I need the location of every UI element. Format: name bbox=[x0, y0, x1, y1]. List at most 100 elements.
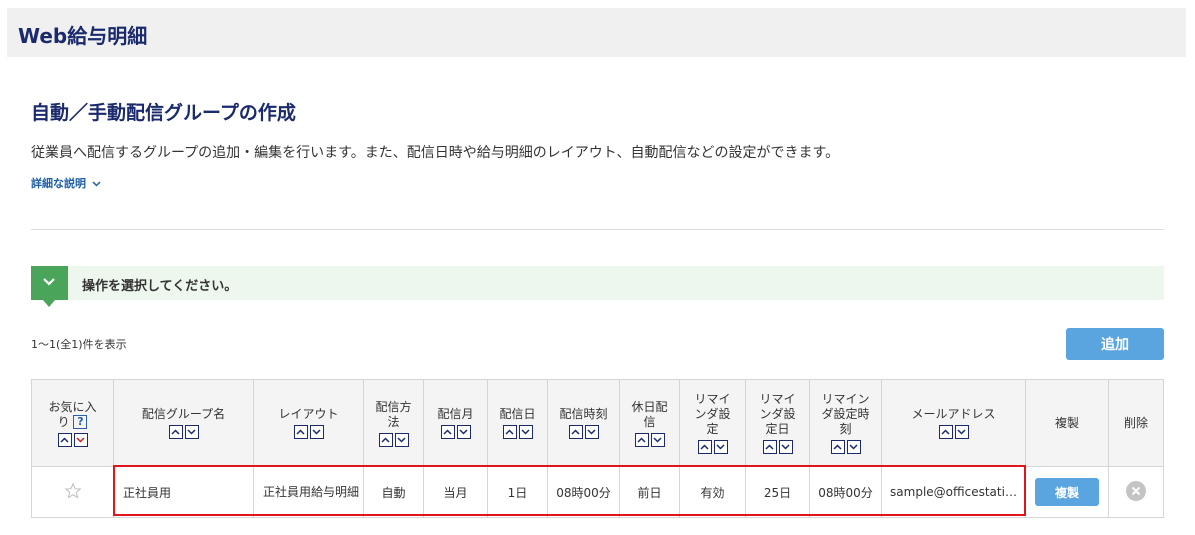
help-icon[interactable]: ? bbox=[73, 415, 88, 429]
operation-bar[interactable]: 操作を選択してください。 bbox=[31, 266, 1164, 307]
chevron-down-icon bbox=[187, 429, 196, 435]
sort-asc-button[interactable] bbox=[293, 425, 308, 439]
header-time: 配信時刻 bbox=[547, 379, 620, 467]
sort-desc-button[interactable] bbox=[954, 425, 969, 439]
header-method: 配信方法 bbox=[363, 379, 424, 467]
chevron-down-icon bbox=[781, 444, 790, 450]
chevron-down-icon bbox=[76, 436, 85, 443]
app-title: Web給与明細 bbox=[18, 24, 148, 48]
operation-prompt: 操作を選択してください。 bbox=[82, 279, 238, 294]
table-row: 正社員用 正社員用給与明細 自動 当月 1日 08時00分 前日 有効 25日 … bbox=[31, 466, 1164, 518]
email-value: sample@officestati… bbox=[890, 485, 1017, 499]
chevron-up-icon bbox=[60, 436, 69, 443]
header-holiday: 休日配信 bbox=[619, 379, 680, 467]
chevron-up-icon bbox=[571, 429, 580, 435]
delivery-group-table: お気に入り ? 配信グループ名 レイアウト 配信方法 配信月 配信日 配信時刻 … bbox=[31, 379, 1164, 518]
sort-controls bbox=[57, 432, 88, 447]
favorite-cell bbox=[31, 466, 114, 518]
chevron-up-icon bbox=[171, 429, 180, 435]
reminder-day-cell: 25日 bbox=[745, 466, 810, 518]
header-month: 配信月 bbox=[423, 379, 488, 467]
chevron-down-icon bbox=[397, 436, 406, 443]
sort-controls bbox=[568, 425, 599, 439]
page-description: 従業員へ配信するグループの追加・編集を行います。また、配信日時や給与明細のレイア… bbox=[31, 145, 840, 161]
chevron-down-icon bbox=[653, 436, 662, 443]
sort-controls bbox=[634, 432, 665, 447]
chevron-down-icon bbox=[312, 429, 321, 435]
chevron-up-icon bbox=[833, 444, 842, 450]
detail-link-label: 詳細な説明 bbox=[31, 177, 86, 190]
section-divider bbox=[31, 229, 1164, 230]
table-header-row: お気に入り ? 配信グループ名 レイアウト 配信方法 配信月 配信日 配信時刻 … bbox=[31, 379, 1164, 467]
reminder-time-cell: 08時00分 bbox=[809, 466, 882, 518]
sort-desc-button[interactable] bbox=[73, 432, 88, 447]
sort-asc-button[interactable] bbox=[830, 440, 845, 454]
chevron-up-icon bbox=[941, 429, 950, 435]
method-cell: 自動 bbox=[363, 466, 424, 518]
page-title: 自動／手動配信グループの作成 bbox=[31, 102, 296, 124]
sort-controls bbox=[168, 425, 199, 439]
layout-cell: 正社員用給与明細 bbox=[253, 466, 364, 518]
delete-icon[interactable] bbox=[1125, 480, 1147, 502]
add-button[interactable]: 追加 bbox=[1066, 328, 1164, 360]
chevron-down-icon bbox=[92, 181, 101, 187]
sort-asc-button[interactable] bbox=[568, 425, 583, 439]
sort-asc-button[interactable] bbox=[378, 432, 393, 447]
sort-desc-button[interactable] bbox=[584, 425, 599, 439]
header-layout: レイアウト bbox=[253, 379, 364, 467]
chevron-down-icon bbox=[849, 444, 858, 450]
sort-asc-button[interactable] bbox=[938, 425, 953, 439]
sort-controls bbox=[697, 440, 728, 454]
delete-cell bbox=[1108, 466, 1164, 518]
sort-asc-button[interactable] bbox=[57, 432, 72, 447]
sort-desc-button[interactable] bbox=[650, 432, 665, 447]
chevron-down-icon bbox=[43, 278, 55, 286]
sort-asc-button[interactable] bbox=[634, 432, 649, 447]
sort-desc-button[interactable] bbox=[713, 440, 728, 454]
sort-desc-button[interactable] bbox=[518, 425, 533, 439]
sort-controls bbox=[938, 425, 969, 439]
chevron-up-icon bbox=[443, 429, 452, 435]
time-cell: 08時00分 bbox=[547, 466, 620, 518]
sort-desc-button[interactable] bbox=[309, 425, 324, 439]
sort-asc-button[interactable] bbox=[762, 440, 777, 454]
header-reminder-time: リマインダ設定時刻 bbox=[809, 379, 882, 467]
star-icon[interactable] bbox=[64, 482, 82, 500]
copy-cell: 複製 bbox=[1025, 466, 1109, 518]
sort-controls bbox=[440, 425, 471, 439]
result-count: 1〜1(全1)件を表示 bbox=[31, 338, 127, 351]
operation-toggle[interactable] bbox=[31, 266, 68, 307]
sort-controls bbox=[762, 440, 793, 454]
header-reminder-setting: リマインダ設定 bbox=[679, 379, 746, 467]
sort-controls bbox=[830, 440, 861, 454]
header-reminder-day: リマインダ設定日 bbox=[745, 379, 810, 467]
reminder-setting-cell: 有効 bbox=[679, 466, 746, 518]
chevron-up-icon bbox=[637, 436, 646, 443]
chevron-up-icon bbox=[700, 444, 709, 450]
chevron-down-icon bbox=[587, 429, 596, 435]
sort-controls bbox=[502, 425, 533, 439]
sort-desc-button[interactable] bbox=[394, 432, 409, 447]
sort-desc-button[interactable] bbox=[778, 440, 793, 454]
sort-asc-button[interactable] bbox=[168, 425, 183, 439]
group-name-cell: 正社員用 bbox=[113, 466, 254, 518]
sort-asc-button[interactable] bbox=[697, 440, 712, 454]
chevron-down-icon bbox=[716, 444, 725, 450]
chevron-up-icon bbox=[381, 436, 390, 443]
sort-desc-button[interactable] bbox=[456, 425, 471, 439]
copy-button[interactable]: 複製 bbox=[1035, 478, 1099, 506]
detail-link[interactable]: 詳細な説明 bbox=[31, 175, 101, 191]
email-cell: sample@officestati… bbox=[881, 466, 1026, 518]
sort-desc-button[interactable] bbox=[846, 440, 861, 454]
sort-asc-button[interactable] bbox=[440, 425, 455, 439]
chevron-down-icon bbox=[521, 429, 530, 435]
header-group-name: 配信グループ名 bbox=[113, 379, 254, 467]
sort-controls bbox=[293, 425, 324, 439]
chevron-down-icon bbox=[957, 429, 966, 435]
sort-desc-button[interactable] bbox=[184, 425, 199, 439]
header-day: 配信日 bbox=[487, 379, 548, 467]
header-delete: 削除 bbox=[1108, 379, 1164, 467]
sort-asc-button[interactable] bbox=[502, 425, 517, 439]
holiday-cell: 前日 bbox=[619, 466, 680, 518]
day-cell: 1日 bbox=[487, 466, 548, 518]
